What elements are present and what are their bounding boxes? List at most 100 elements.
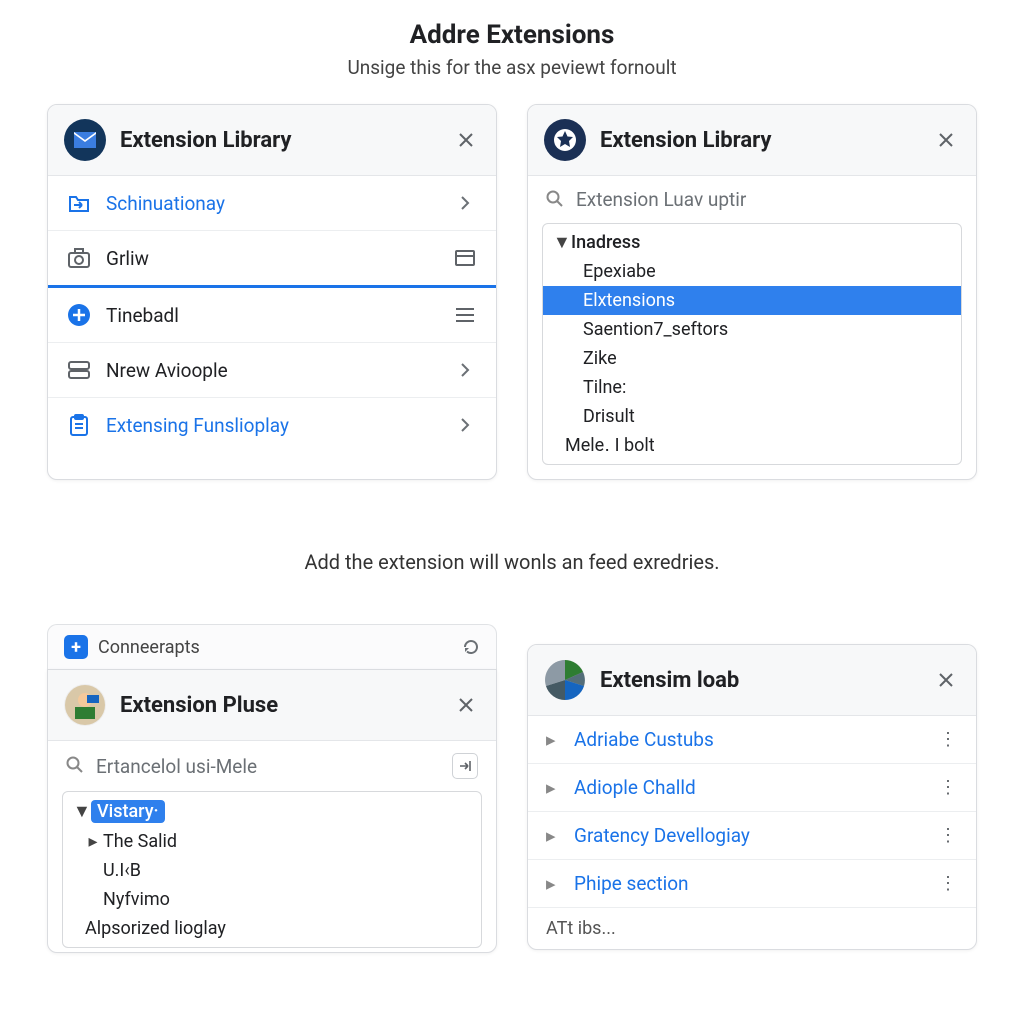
tree-node-label: Epexiabe (583, 261, 656, 282)
tree-node-tilne[interactable]: Tilne: (543, 373, 961, 402)
tree-node-label: Inadress (571, 232, 640, 253)
more-menu-icon[interactable]: ⋮ (939, 777, 958, 798)
chevron-right-icon (452, 190, 478, 216)
panel1-close-button[interactable] (452, 126, 480, 154)
panel4-footer: ATt ibs... (528, 908, 976, 949)
panel2-tree: ▼ Inadress Epexiabe Elxtensions Saention… (542, 223, 962, 465)
refresh-icon[interactable] (462, 638, 480, 656)
tree-node-label: Nyfvimo (103, 889, 170, 910)
panel4-row-adiople-challd[interactable]: ▸ Adiople Challd ⋮ (528, 764, 976, 812)
tree-node-label: Alpsorized lioglay (85, 918, 226, 939)
tree-node-label: Vistary· (91, 800, 165, 823)
tree-node-nyfvimo[interactable]: Nyfvimo (63, 885, 481, 914)
pie-circle-icon (544, 659, 586, 701)
panel4-row-label: Adriabe Custubs (574, 728, 939, 751)
camera-icon (66, 245, 92, 271)
server-icon (66, 357, 92, 383)
plus-circle-icon (66, 302, 92, 328)
panel1-row-extensing-funslioplay[interactable]: Extensing Funslioplay (48, 398, 496, 452)
tree-node-inadress[interactable]: ▼ Inadress (543, 228, 961, 257)
panel3-strip-label: Conneerapts (98, 637, 200, 658)
panel2-close-button[interactable] (932, 126, 960, 154)
panel2-search-placeholder: Extension Luav uptir (576, 188, 746, 211)
tree-node-zike[interactable]: Zike (543, 344, 961, 373)
tree-node-label: Saention7_seftors (583, 319, 728, 340)
page-title: Addre Extensions (40, 20, 984, 50)
clipboard-icon (66, 412, 92, 438)
panel2-header: Extension Library (528, 105, 976, 176)
hamburger-icon (452, 302, 478, 328)
panel1-row-grliw[interactable]: Grliw (48, 231, 496, 288)
middle-caption: Add the extension will wonls an feed exr… (40, 550, 984, 574)
tree-node-label: Mele․ I bolt (565, 435, 655, 456)
tree-node-label: Tilne: (583, 377, 626, 398)
panel1-row-label: Tinebadl (106, 304, 452, 327)
panel-extensim-loab: Extensim loab ▸ Adriabe Custubs ⋮ ▸ Adio… (527, 644, 977, 950)
panel2-search[interactable]: Extension Luav uptir (528, 176, 976, 223)
more-menu-icon[interactable]: ⋮ (939, 729, 958, 750)
tree-node-label: Elxtensions (583, 290, 675, 311)
tree-node-drisult[interactable]: Drisult (543, 402, 961, 431)
tree-node-vistary[interactable]: ▼ Vistary· (63, 796, 481, 827)
disclosure-right-icon: ▸ (546, 776, 560, 799)
tree-node-saention7-seftors[interactable]: Saention7_seftors (543, 315, 961, 344)
panel-extension-library-left: Extension Library Schinuationay Grliw (47, 104, 497, 480)
panel3-search[interactable]: Ertancelol usi-Mele (48, 741, 496, 791)
chevron-right-icon (452, 412, 478, 438)
panel1-header: Extension Library (48, 105, 496, 176)
panel3-header: Extension Pluse (48, 670, 496, 741)
panel4-row-label: Phipe section (574, 872, 939, 895)
panel4-row-phipe-section[interactable]: ▸ Phipe section ⋮ (528, 860, 976, 908)
panel-extension-library-right: Extension Library Extension Luav uptir ▼… (527, 104, 977, 480)
tree-node-the-salid[interactable]: ▸ The Salid (63, 827, 481, 856)
avatar-icon (64, 684, 106, 726)
panel3-close-button[interactable] (452, 691, 480, 719)
disclosure-down-icon: ▼ (553, 232, 569, 253)
panel1-title: Extension Library (120, 128, 452, 153)
search-icon (546, 190, 566, 210)
more-menu-icon[interactable]: ⋮ (939, 873, 958, 894)
plus-badge-icon[interactable]: + (64, 635, 88, 659)
tree-node-epexiabe[interactable]: Epexiabe (543, 257, 961, 286)
tree-node-alpsorized-lioglay[interactable]: Alpsorized lioglay (63, 914, 481, 943)
star-circle-icon (544, 119, 586, 161)
panel4-row-gratency-devellogiay[interactable]: ▸ Gratency Devellogiay ⋮ (528, 812, 976, 860)
mail-circle-icon (64, 119, 106, 161)
panel4-close-button[interactable] (932, 666, 960, 694)
panel1-row-label: Grliw (106, 247, 452, 270)
tree-node-extensions[interactable]: Elxtensions (543, 286, 961, 315)
panel1-row-tinebadl[interactable]: Tinebadl (48, 288, 496, 343)
tree-node-label: The Salid (103, 831, 177, 852)
panel4-row-label: Adiople Challd (574, 776, 939, 799)
panel1-row-label: Nrew Avioople (106, 359, 452, 382)
panel1-row-nrew-avioople[interactable]: Nrew Avioople (48, 343, 496, 398)
export-icon[interactable] (452, 753, 478, 779)
page-subtitle: Unsige this for the asx peviewt fornoult (40, 56, 984, 79)
folder-arrow-icon (66, 190, 92, 216)
panel1-row-schinuationay[interactable]: Schinuationay (48, 176, 496, 231)
panel4-row-label: Gratency Devellogiay (574, 824, 939, 847)
rectangle-icon (452, 245, 478, 271)
panel4-title: Extensim loab (600, 668, 932, 693)
disclosure-right-icon: ▸ (85, 831, 101, 852)
panel4-header: Extensim loab (528, 645, 976, 716)
panel-extension-pluse: Extension Pluse Ertancelol usi-Mele (47, 669, 497, 953)
panel-extension-pluse-wrapper: + Conneerapts Extension Pluse (47, 624, 497, 953)
tree-node-label: U.I‹B (103, 860, 141, 881)
panel2-title: Extension Library (600, 128, 932, 153)
chevron-right-icon (452, 357, 478, 383)
disclosure-right-icon: ▸ (546, 728, 560, 751)
tree-node-uikb[interactable]: U.I‹B (63, 856, 481, 885)
tree-node-label: Drisult (583, 406, 635, 427)
page-header: Addre Extensions Unsige this for the asx… (40, 20, 984, 79)
panel3-title: Extension Pluse (120, 693, 452, 718)
search-icon (66, 756, 86, 776)
disclosure-right-icon: ▸ (546, 824, 560, 847)
disclosure-down-icon: ▼ (73, 801, 89, 822)
more-menu-icon[interactable]: ⋮ (939, 825, 958, 846)
disclosure-right-icon: ▸ (546, 872, 560, 895)
panel3-search-placeholder: Ertancelol usi-Mele (96, 755, 257, 778)
tree-node-mele-bolt[interactable]: Mele․ I bolt (543, 431, 961, 460)
panel4-row-adriabe-custubs[interactable]: ▸ Adriabe Custubs ⋮ (528, 716, 976, 764)
panel3-tree: ▼ Vistary· ▸ The Salid U.I‹B Nyfvimo Alp (62, 791, 482, 948)
